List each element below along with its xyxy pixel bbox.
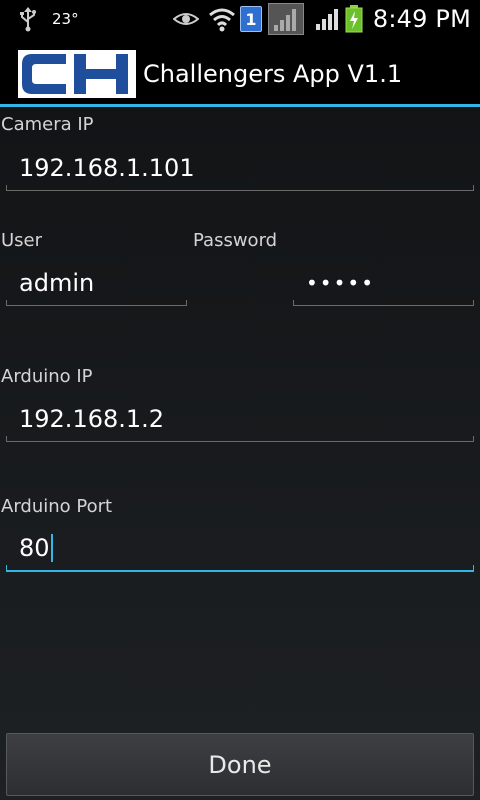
user-label: User [1, 230, 43, 251]
app-logo-icon [18, 50, 136, 98]
arduino-port-value: 80 [19, 534, 50, 562]
notification-count: 1 [240, 6, 262, 32]
temperature-text: 23° [52, 10, 79, 28]
arduino-ip-label: Arduino IP [1, 366, 93, 387]
action-bar: Challengers App V1.1 [0, 38, 480, 107]
password-label: Password [193, 230, 278, 251]
signal-box-icon [268, 0, 304, 38]
user-input[interactable]: admin [6, 260, 187, 306]
usb-icon [18, 0, 38, 38]
done-button[interactable]: Done [6, 733, 474, 796]
arduino-port-input[interactable]: 80 [6, 526, 474, 572]
arduino-ip-value: 192.168.1.2 [19, 404, 165, 433]
settings-form [0, 107, 480, 800]
camera-ip-value: 192.168.1.101 [19, 153, 195, 182]
cell-signal-icon [314, 0, 340, 38]
done-button-label: Done [208, 750, 272, 779]
battery-charging-icon [345, 0, 363, 38]
arduino-ip-input[interactable]: 192.168.1.2 [6, 396, 474, 442]
text-cursor [50, 534, 53, 562]
password-input[interactable]: ••••• [293, 260, 474, 306]
user-value: admin [19, 268, 95, 297]
app-title: Challengers App V1.1 [143, 60, 403, 88]
wifi-icon [208, 0, 236, 38]
arduino-port-label: Arduino Port [1, 496, 113, 517]
notification-badge-icon: 1 [240, 0, 262, 38]
eye-icon [173, 0, 199, 38]
camera-ip-input[interactable]: 192.168.1.101 [6, 145, 474, 191]
status-bar: 23° 1 8:49 PM [0, 0, 480, 38]
clock-text: 8:49 PM [372, 5, 471, 33]
password-value: ••••• [306, 270, 375, 295]
camera-ip-label: Camera IP [1, 114, 94, 135]
